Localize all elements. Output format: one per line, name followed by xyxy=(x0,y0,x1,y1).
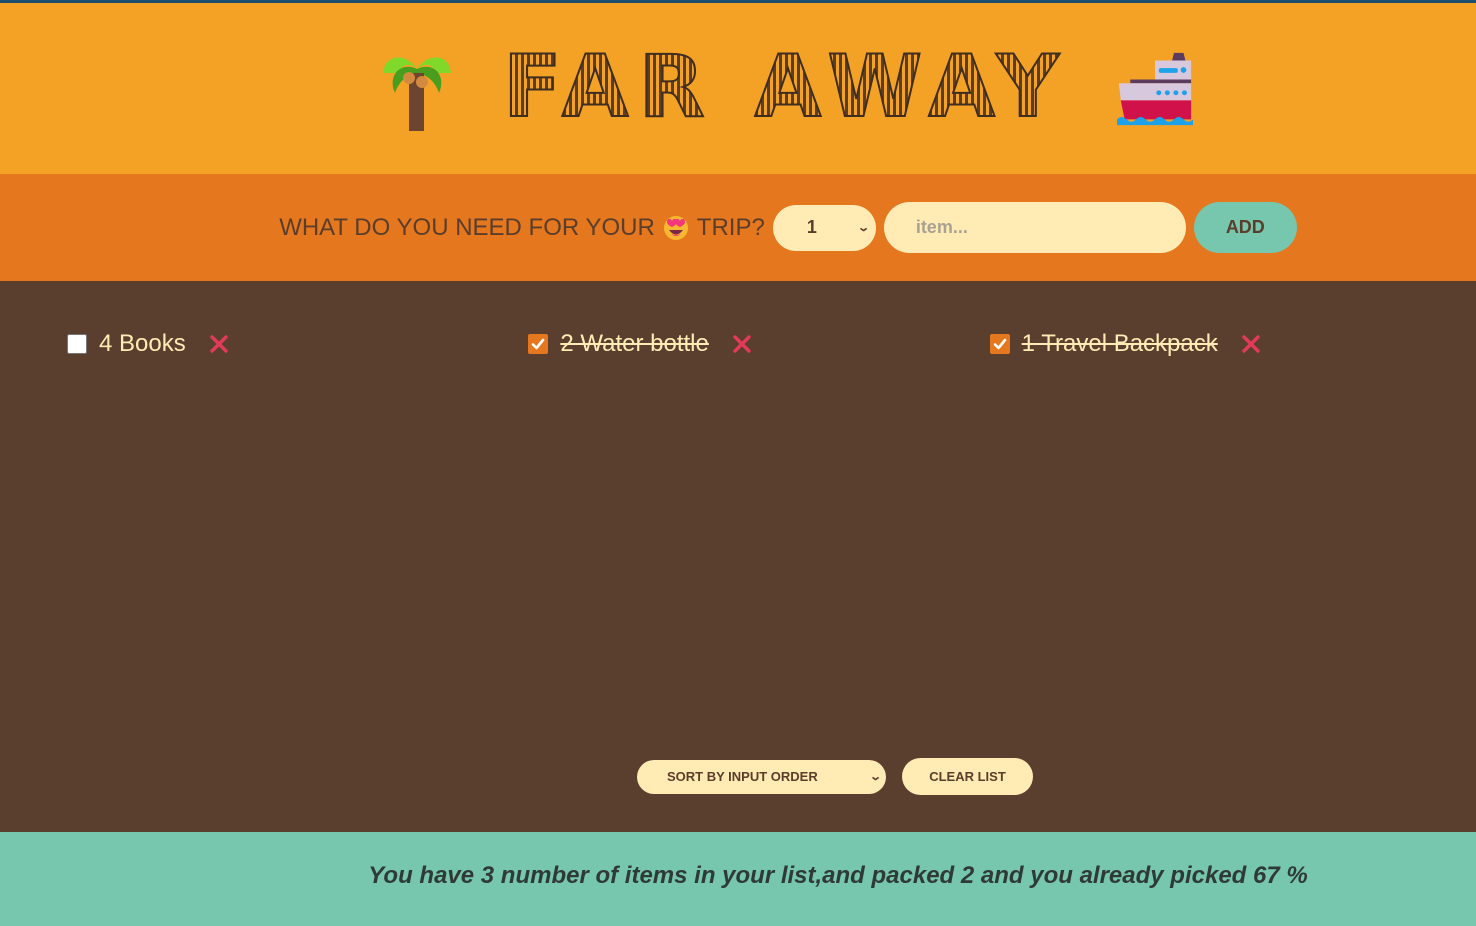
close-icon xyxy=(733,335,751,353)
packed-checkbox[interactable] xyxy=(528,334,549,354)
list-item: 4 Books xyxy=(67,330,488,357)
item-label: 2 Water bottle xyxy=(560,330,709,357)
form-question: WHAT DO YOU NEED FOR YOUR TRIP? xyxy=(279,214,765,242)
packed-checkbox[interactable] xyxy=(989,334,1010,354)
sort-select-value: SORT BY INPUT ORDER xyxy=(667,769,818,784)
stats-text: You have 3 number of items in your list,… xyxy=(368,862,1308,889)
delete-item-button[interactable] xyxy=(731,333,753,355)
app-title: FAR AWAY xyxy=(503,36,1069,137)
add-button[interactable]: ADD xyxy=(1193,202,1297,253)
quantity-select[interactable]: 1 ⌄ xyxy=(772,204,876,251)
add-item-form: WHAT DO YOU NEED FOR YOUR TRIP? 1 ⌄ ADD xyxy=(0,174,1476,281)
app-header: FAR AWAY FAR AWAY xyxy=(0,3,1476,174)
form-question-suffix: TRIP? xyxy=(696,213,765,241)
checkmark-icon xyxy=(532,338,545,350)
packed-checkbox[interactable] xyxy=(67,334,87,354)
list-item: 1 Travel Backpack xyxy=(989,330,1411,357)
item-label: 4 Books xyxy=(99,330,186,357)
heart-eyes-icon xyxy=(663,215,688,240)
chevron-down-icon: ⌄ xyxy=(868,771,882,783)
stats-footer: You have 3 number of items in your list,… xyxy=(0,832,1476,926)
ship-icon xyxy=(1116,52,1193,125)
app-title-wrap: FAR AWAY FAR AWAY xyxy=(502,36,1069,137)
item-list: 4 Books 2 Water bottle 1 Travel Backpack xyxy=(67,330,1411,357)
sort-select[interactable]: SORT BY INPUT ORDER ⌄ xyxy=(637,759,886,794)
list-actions: SORT BY INPUT ORDER ⌄ CLEAR LIST xyxy=(637,758,1033,795)
close-icon xyxy=(1242,335,1260,353)
checkmark-icon xyxy=(993,338,1006,350)
item-input[interactable] xyxy=(883,202,1186,253)
item-label: 1 Travel Backpack xyxy=(1021,330,1218,357)
packing-list: 4 Books 2 Water bottle 1 Travel Backpack xyxy=(0,281,1476,832)
list-item: 2 Water bottle xyxy=(528,330,949,357)
close-icon xyxy=(210,335,228,353)
form-question-prefix: WHAT DO YOU NEED FOR YOUR xyxy=(279,213,655,241)
chevron-down-icon: ⌄ xyxy=(856,222,870,234)
clear-list-button[interactable]: CLEAR LIST xyxy=(902,758,1033,795)
delete-item-button[interactable] xyxy=(1240,333,1262,355)
quantity-select-value: 1 xyxy=(806,217,817,237)
delete-item-button[interactable] xyxy=(208,333,230,355)
palm-tree-icon xyxy=(383,56,452,131)
